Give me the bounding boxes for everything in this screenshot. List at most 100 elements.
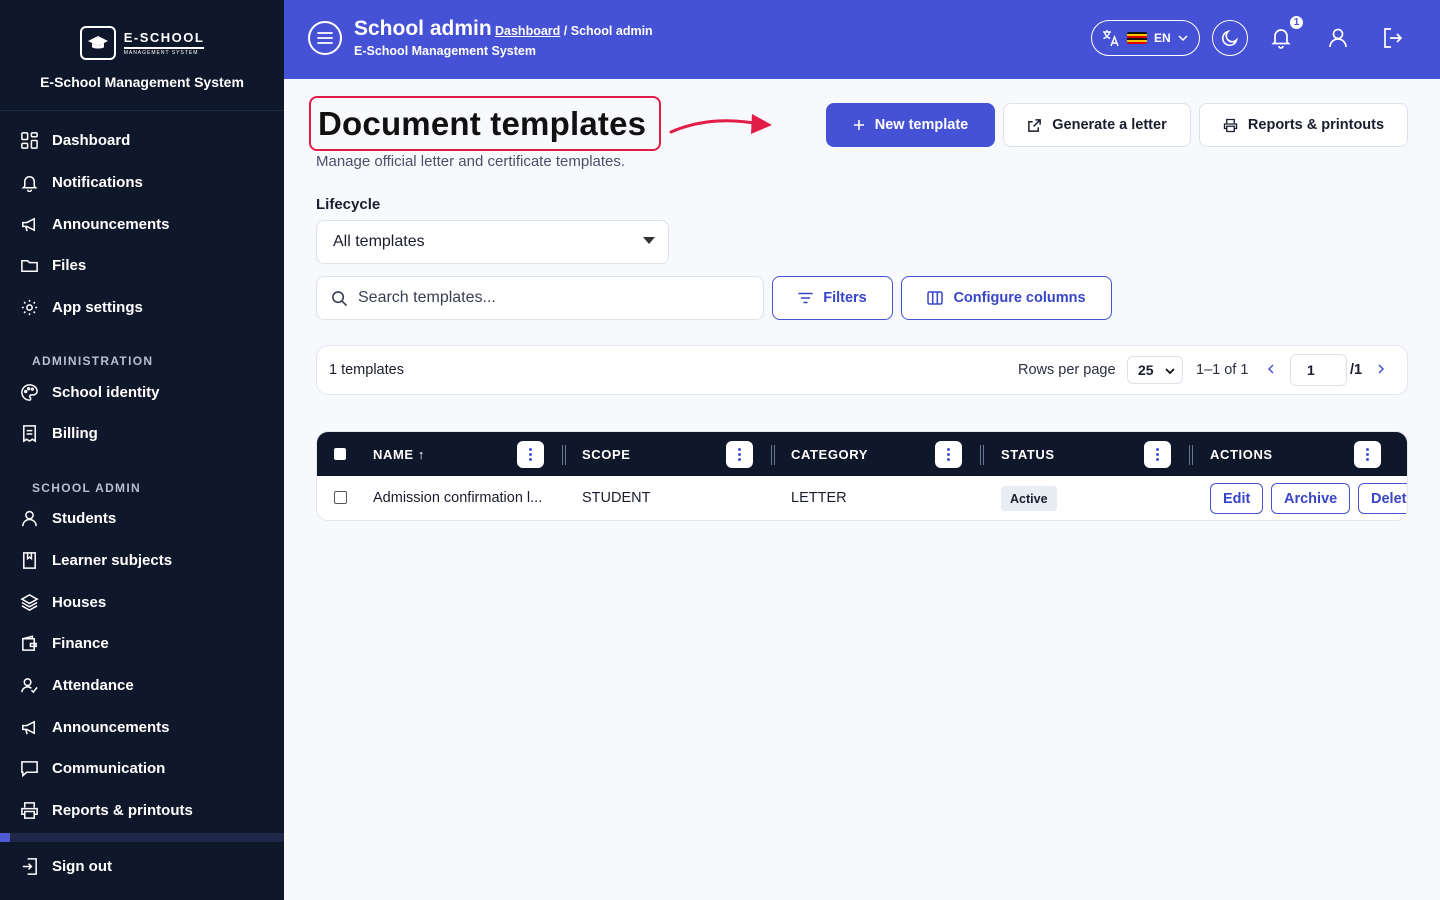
column-menu-button[interactable] bbox=[1144, 441, 1171, 468]
logout-icon bbox=[1384, 28, 1403, 48]
section-administration: ADMINISTRATION bbox=[32, 354, 154, 369]
annotation-arrow-icon bbox=[669, 114, 772, 134]
columns-icon bbox=[927, 291, 944, 305]
sidebar-item-label: Communication bbox=[52, 760, 166, 778]
sidebar-item-label: Students bbox=[52, 510, 117, 528]
configure-columns-button[interactable]: Configure columns bbox=[901, 276, 1112, 320]
sidebar-item-files[interactable]: Files bbox=[0, 245, 284, 287]
sidebar-item-billing[interactable]: Billing bbox=[0, 413, 284, 455]
column-resize-handle[interactable] bbox=[1189, 445, 1193, 465]
sidebar-item-attendance[interactable]: Attendance bbox=[0, 665, 284, 707]
chevron-down-icon bbox=[1178, 35, 1188, 41]
sidebar-item-label: Notifications bbox=[52, 174, 143, 192]
column-menu-button[interactable] bbox=[726, 441, 753, 468]
more-vertical-icon bbox=[738, 447, 741, 462]
theme-toggle-button[interactable] bbox=[1212, 20, 1248, 56]
dashboard-icon bbox=[21, 132, 38, 150]
reports-printouts-button[interactable]: Reports & printouts bbox=[1199, 103, 1408, 147]
sidebar-item-finance[interactable]: Finance bbox=[0, 623, 284, 665]
sidebar-item-sign-out[interactable]: Sign out bbox=[0, 846, 284, 888]
archive-button[interactable]: Archive bbox=[1271, 483, 1351, 514]
breadcrumb-current: / School admin bbox=[563, 24, 653, 38]
sidebar-item-app-settings[interactable]: App settings bbox=[0, 287, 284, 329]
logout-button[interactable] bbox=[1381, 26, 1405, 50]
logo: E-SCHOOL MANAGEMENT SYSTEM bbox=[79, 26, 205, 60]
column-header-name[interactable]: NAME ↑ bbox=[373, 432, 425, 476]
sign-out-icon bbox=[22, 858, 37, 876]
user-icon bbox=[1329, 28, 1347, 48]
layers-icon bbox=[20, 593, 39, 611]
notification-badge: 1 bbox=[1288, 14, 1305, 31]
rows-per-page-label: Rows per page bbox=[1018, 362, 1116, 378]
header-subtitle: E-School Management System bbox=[354, 44, 536, 58]
next-page-button[interactable] bbox=[1373, 361, 1389, 377]
sidebar-item-school-identity[interactable]: School identity bbox=[0, 371, 284, 413]
brand: E-SCHOOL MANAGEMENT SYSTEM E-School Mana… bbox=[0, 0, 284, 111]
column-resize-handle[interactable] bbox=[562, 445, 566, 465]
column-menu-button[interactable] bbox=[1354, 441, 1381, 468]
column-menu-button[interactable] bbox=[935, 441, 962, 468]
column-menu-button[interactable] bbox=[517, 441, 544, 468]
edit-button[interactable]: Edit bbox=[1210, 483, 1264, 514]
table-header: NAME ↑ SCOPE CATEGORY STATUS ACTIONS bbox=[317, 432, 1407, 476]
page-number-input[interactable]: 1 bbox=[1290, 354, 1347, 386]
new-template-button[interactable]: New template bbox=[826, 103, 995, 147]
sidebar-item-label: Learner subjects bbox=[52, 551, 173, 569]
message-icon bbox=[21, 761, 38, 778]
profile-button[interactable] bbox=[1326, 26, 1350, 50]
breadcrumb-link-dashboard[interactable]: Dashboard bbox=[495, 24, 560, 38]
new-template-label: New template bbox=[874, 117, 969, 133]
sidebar-item-houses[interactable]: Houses bbox=[0, 581, 284, 623]
delete-button[interactable]: Delete bbox=[1358, 483, 1407, 514]
sidebar-item-label: Reports & printouts bbox=[52, 801, 193, 819]
sidebar-item-announcements[interactable]: Announcements bbox=[0, 203, 284, 245]
sidebar-item-learner-subjects[interactable]: Learner subjects bbox=[0, 540, 284, 582]
configure-columns-label: Configure columns bbox=[953, 290, 1086, 306]
more-vertical-icon bbox=[1156, 447, 1159, 462]
cell-scope: STUDENT bbox=[582, 490, 651, 506]
column-header-scope[interactable]: SCOPE bbox=[582, 432, 631, 476]
generate-letter-button[interactable]: Generate a letter bbox=[1003, 103, 1191, 147]
lifecycle-select[interactable]: All templates bbox=[316, 220, 669, 264]
more-vertical-icon bbox=[947, 447, 950, 462]
sidebar-item-notifications[interactable]: Notifications bbox=[0, 162, 284, 204]
menu-toggle-button[interactable] bbox=[308, 21, 342, 55]
caret-down-icon bbox=[643, 237, 655, 244]
logo-sub: MANAGEMENT SYSTEM bbox=[123, 50, 199, 56]
filter-icon bbox=[798, 292, 813, 304]
language-selector[interactable]: EN bbox=[1091, 20, 1200, 56]
sidebar-item-dashboard[interactable]: Dashboard bbox=[0, 120, 284, 162]
sidebar-item-reports[interactable]: Reports & printouts bbox=[0, 790, 284, 832]
sidebar-item-label: Announcements bbox=[52, 718, 170, 736]
reports-printouts-label: Reports & printouts bbox=[1247, 117, 1385, 133]
cell-category: LETTER bbox=[791, 490, 847, 506]
column-resize-handle[interactable] bbox=[771, 445, 775, 465]
sidebar-item-announcements-school[interactable]: Announcements bbox=[0, 706, 284, 748]
search-input[interactable] bbox=[358, 289, 738, 307]
select-all-checkbox[interactable] bbox=[334, 448, 346, 460]
column-header-category[interactable]: CATEGORY bbox=[791, 432, 868, 476]
column-header-status[interactable]: STATUS bbox=[1001, 432, 1055, 476]
row-checkbox[interactable] bbox=[334, 491, 347, 504]
sidebar-item-students[interactable]: Students bbox=[0, 498, 284, 540]
rows-per-page-select[interactable]: 25 bbox=[1127, 356, 1183, 384]
graduation-cap-icon bbox=[79, 26, 116, 60]
filters-button[interactable]: Filters bbox=[772, 276, 893, 320]
plus-icon bbox=[853, 120, 864, 130]
more-vertical-icon bbox=[529, 447, 532, 462]
previous-page-button[interactable] bbox=[1263, 361, 1279, 377]
top-bar: School admin Dashboard / School admin E-… bbox=[284, 0, 1440, 79]
chevron-down-icon bbox=[1165, 368, 1175, 374]
section-school-admin: SCHOOL ADMIN bbox=[32, 480, 141, 495]
column-resize-handle[interactable] bbox=[980, 445, 984, 465]
wallet-icon bbox=[22, 635, 37, 652]
printer-icon bbox=[1223, 118, 1238, 132]
status-badge: Active bbox=[1001, 486, 1057, 511]
megaphone-icon bbox=[22, 720, 36, 735]
receipt-icon bbox=[23, 425, 36, 443]
cell-name: Admission confirmation l... bbox=[373, 490, 543, 506]
megaphone-icon bbox=[22, 217, 36, 232]
sidebar-item-label: Files bbox=[52, 257, 87, 275]
page-subtitle: Manage official letter and certificate t… bbox=[316, 153, 626, 170]
sidebar-item-communication[interactable]: Communication bbox=[0, 748, 284, 790]
